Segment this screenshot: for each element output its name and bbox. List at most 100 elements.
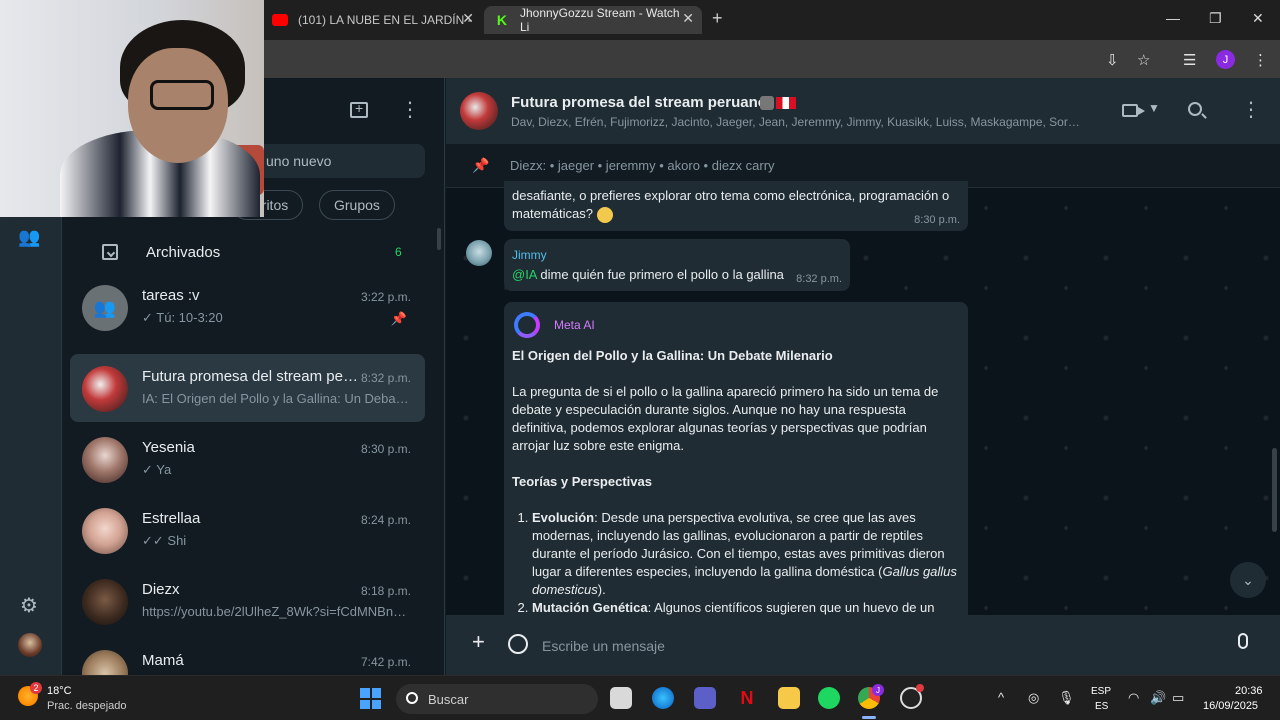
weather-badge: 2 [30, 682, 42, 694]
avatar [82, 650, 128, 675]
folder-icon[interactable] [778, 687, 800, 709]
weather-description[interactable]: Prac. despejado [47, 700, 127, 712]
volume-icon[interactable]: 🔊 [1150, 690, 1166, 706]
search-icon [406, 692, 418, 704]
edge-icon[interactable] [652, 687, 674, 709]
keyboard-layout[interactable]: ES [1095, 701, 1108, 712]
message-subheading: Teorías y Perspectivas [512, 474, 652, 489]
chat-item-futura-promesa[interactable]: Futura promesa del stream peruano 8:32 p… [70, 354, 425, 422]
chat-time: 8:24 p.m. [360, 513, 411, 527]
chat-name: tareas :v [142, 287, 200, 304]
install-app-icon[interactable]: ⇩ [1106, 51, 1119, 69]
message-composer: + [446, 615, 1280, 675]
message-text: desafiante, o prefieres explorar otro te… [512, 188, 950, 223]
chevron-up-icon[interactable]: ^ [998, 690, 1004, 705]
new-tab-plus-icon[interactable]: + [712, 8, 723, 29]
meta-ai-logo-icon [514, 312, 540, 338]
message-heading: El Origen del Pollo y la Gallina: Un Deb… [512, 348, 833, 363]
sender-name[interactable]: Jimmy [512, 248, 547, 262]
tab-youtube[interactable]: (101) LA NUBE EN EL JARDÍN - ✕ [262, 6, 482, 34]
sidebar-scrollbar[interactable] [437, 228, 441, 250]
pin-icon: 📌 [472, 157, 490, 173]
taskbar-search[interactable]: Buscar [396, 684, 598, 714]
chat-item-estrellaa[interactable]: Estrellaa 8:24 p.m. ✓✓ Shi [70, 496, 425, 564]
bookmark-star-icon[interactable]: ☆ [1137, 51, 1150, 69]
mention[interactable]: @IA [512, 267, 537, 282]
chat-preview: https://youtu.be/2lUlheZ_8Wk?si=fCdMNBnh… [142, 604, 412, 619]
language-indicator[interactable]: ESP [1091, 686, 1111, 697]
tab-title: (101) LA NUBE EN EL JARDÍN - [298, 13, 472, 27]
windows-start-icon[interactable] [360, 688, 381, 709]
file-manager-icon[interactable] [610, 687, 632, 709]
wifi-icon[interactable]: ◠ [1128, 690, 1139, 706]
attach-plus-icon[interactable]: + [472, 631, 485, 653]
message-bubble[interactable]: Jimmy @IA dime quién fue primero el poll… [504, 239, 850, 291]
chat-item-yesenia[interactable]: Yesenia 8:30 p.m. ✓ Ya [70, 425, 425, 493]
browser-menu-icon[interactable]: ⋮ [1253, 51, 1268, 69]
taskbar-search-label: Buscar [428, 691, 469, 707]
restore-icon[interactable]: ❐ [1209, 10, 1222, 27]
archived-count: 6 [395, 245, 402, 259]
search-icon[interactable] [1188, 102, 1202, 116]
battery-icon[interactable]: ▭ [1172, 690, 1184, 706]
recording-dot-icon [916, 684, 924, 692]
video-call-icon[interactable] [1122, 104, 1145, 117]
message-text: @IA dime quién fue primero el pollo o la… [512, 267, 784, 282]
user-avatar[interactable] [18, 633, 42, 657]
new-chat-icon[interactable] [350, 100, 368, 118]
tab-title: JhonnyGozzu Stream - Watch Li [519, 6, 680, 34]
close-icon[interactable]: ✕ [462, 10, 474, 27]
scroll-to-bottom-button[interactable]: ⌄ [1230, 562, 1266, 598]
chat-header[interactable]: Futura promesa del stream peruano Dav, D… [446, 78, 1280, 144]
chat-item-diezx[interactable]: Diezx 8:18 p.m. https://youtu.be/2lUlheZ… [70, 567, 425, 635]
message-time: 8:32 p.m. [796, 273, 842, 285]
list-item: Evolución: Desde una perspectiva evoluti… [532, 509, 960, 599]
pinned-text: Diezx: • jaeger • jeremmy • akoro • diez… [510, 158, 775, 173]
conversation-panel: Futura promesa del stream peruano Dav, D… [446, 78, 1280, 675]
settings-gear-icon[interactable]: ⚙ [20, 593, 38, 618]
filter-chip-groups[interactable]: Grupos [319, 190, 395, 220]
archived-row[interactable]: Archivados 6 [62, 236, 445, 270]
chat-time: 8:30 p.m. [360, 442, 411, 456]
weather-temperature[interactable]: 18°C [47, 685, 72, 697]
chat-item-mama[interactable]: Mamá 7:42 p.m. [70, 638, 425, 675]
netflix-icon[interactable]: N [736, 687, 758, 709]
microphone-icon[interactable]: 🎙 [1058, 690, 1075, 706]
group-members[interactable]: Dav, Diezx, Efrén, Fujimorizz, Jacinto, … [511, 115, 1081, 129]
chat-name: Mamá [142, 652, 184, 669]
minimize-icon[interactable]: — [1166, 10, 1180, 26]
message-list: Evolución: Desde una perspectiva evoluti… [512, 509, 960, 617]
microphone-icon[interactable] [1238, 633, 1248, 649]
active-app-indicator [862, 716, 876, 719]
message-bubble[interactable]: desafiante, o prefieres explorar otro te… [504, 181, 968, 231]
media-queue-icon[interactable]: ☰ [1183, 51, 1196, 69]
communities-icon[interactable]: 👥 [18, 227, 40, 248]
chat-scrollbar[interactable] [1272, 448, 1277, 532]
sender-name[interactable]: Meta AI [554, 318, 595, 332]
spotify-icon[interactable] [818, 687, 840, 709]
avatar [82, 366, 128, 412]
chat-item-tareas[interactable]: 👥 tareas :v 3:22 p.m. ✓ Tú: 10-3:20 📌 [70, 273, 425, 341]
chat-preview: ✓ Tú: 10-3:20 [142, 310, 223, 325]
close-window-icon[interactable]: ✕ [1252, 10, 1264, 27]
profile-avatar[interactable]: J [1216, 50, 1235, 69]
avatar [82, 579, 128, 625]
sender-avatar[interactable] [466, 240, 492, 266]
chevron-down-icon[interactable]: ▼ [1148, 101, 1160, 115]
group-avatar[interactable] [460, 92, 498, 130]
tab-kick-stream[interactable]: K JhonnyGozzu Stream - Watch Li ✕ [484, 6, 702, 34]
chat-preview: ✓ Ya [142, 462, 172, 477]
emoji-icon [760, 96, 774, 110]
clock-time[interactable]: 20:36 [1235, 685, 1263, 697]
clock-date[interactable]: 16/09/2025 [1203, 700, 1258, 712]
chat-menu-icon[interactable]: ⋮ [1241, 100, 1261, 120]
teams-icon[interactable] [694, 687, 716, 709]
sticker-icon[interactable] [508, 634, 528, 654]
tray-app-icon[interactable]: ◎ [1028, 690, 1039, 706]
peru-flag-icon [776, 97, 796, 109]
close-icon[interactable]: ✕ [682, 10, 694, 27]
message-input[interactable] [542, 629, 1222, 663]
sidebar-menu-icon[interactable]: ⋮ [400, 100, 420, 120]
group-name[interactable]: Futura promesa del stream peruano [511, 94, 767, 111]
chat-preview: IA: El Origen del Pollo y la Gallina: Un… [142, 391, 412, 406]
